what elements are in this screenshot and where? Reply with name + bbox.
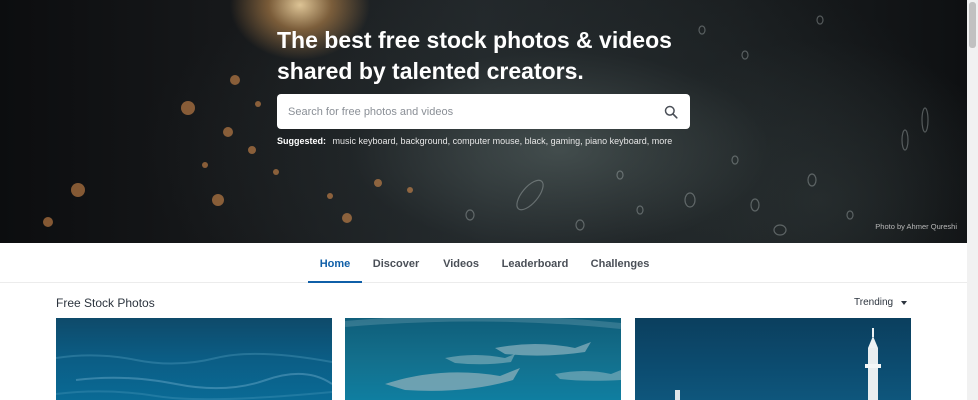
sharks-aquarium-image (345, 318, 621, 391)
ocean-waves-image (56, 352, 332, 400)
caret-down-icon[interactable] (901, 300, 908, 305)
scrollbar-thumb[interactable] (969, 2, 976, 48)
hero-banner: The best free stock photos & videos shar… (0, 0, 967, 243)
photo-card-sharks[interactable] (345, 318, 621, 400)
photo-card-ocean[interactable] (56, 318, 332, 400)
section-title: Free Stock Photos (56, 296, 155, 310)
sort-dropdown[interactable]: Trending (854, 297, 908, 308)
tab-discover[interactable]: Discover (367, 243, 425, 283)
tab-leaderboard[interactable]: Leaderboard (496, 243, 574, 283)
tab-videos[interactable]: Videos (436, 243, 486, 283)
suggested-searches: Suggested: music keyboard, background, c… (277, 136, 672, 146)
tab-challenges[interactable]: Challenges (585, 243, 655, 283)
active-tab-indicator (308, 281, 362, 283)
photo-card-minaret[interactable] (635, 318, 911, 400)
search-placeholder[interactable]: Search for free photos and videos (288, 106, 664, 118)
main-nav: Home Discover Videos Leaderboard Challen… (0, 243, 967, 283)
suggested-label: Suggested: (277, 136, 327, 146)
minaret-image (675, 328, 881, 400)
hero-title: The best free stock photos & videos shar… (277, 25, 697, 87)
search-input[interactable]: Search for free photos and videos (277, 94, 690, 129)
tab-home[interactable]: Home (308, 243, 362, 283)
photo-credit[interactable]: Photo by Ahmer Qureshi (875, 222, 957, 231)
page-scrollbar[interactable] (967, 0, 978, 400)
sort-label[interactable]: Trending (854, 297, 893, 308)
hero-title-line-2: shared by talented creators. (277, 58, 584, 84)
search-icon[interactable] (664, 105, 678, 119)
suggested-links[interactable]: music keyboard, background, computer mou… (333, 136, 673, 146)
hero-title-line-1: The best free stock photos & videos (277, 27, 672, 53)
